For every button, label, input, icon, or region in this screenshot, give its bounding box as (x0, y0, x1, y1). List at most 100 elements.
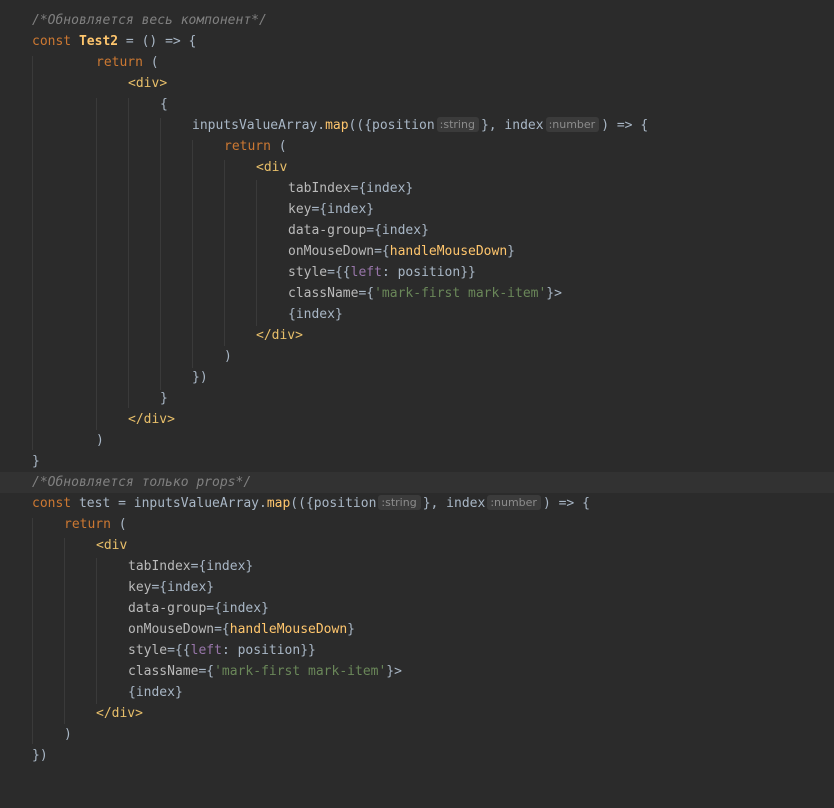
code-line: </div> (0, 325, 834, 346)
code-line: /*Обновляется весь компонент*/ (0, 10, 834, 31)
code-text: ) => { (601, 118, 649, 133)
code-method: map (266, 496, 291, 511)
code-tag: </div (256, 328, 296, 343)
code-text: : position}} (221, 643, 316, 658)
code-line: tabIndex={index} (0, 556, 834, 577)
code-tag: > (167, 412, 175, 427)
code-attribute: className (128, 664, 199, 679)
code-text: ) (64, 727, 72, 742)
code-line: } (0, 451, 834, 472)
code-line: data-group={index} (0, 220, 834, 241)
code-line: ) (0, 430, 834, 451)
code-keyword: return (96, 55, 143, 70)
code-keyword: const (32, 34, 72, 49)
code-text: inputsValueArray. (192, 118, 326, 133)
code-text: } (347, 622, 355, 637)
type-hint-string: :string (436, 117, 479, 132)
code-line: ) (0, 346, 834, 367)
code-text: ={ (198, 664, 215, 679)
code-line: </div> (0, 409, 834, 430)
code-line: className={'mark-first mark-item'}> (0, 283, 834, 304)
code-line: data-group={index} (0, 598, 834, 619)
code-line: {index} (0, 304, 834, 325)
code-attribute: data-group (128, 601, 207, 616)
code-text: ={index} (311, 202, 375, 217)
code-text: }) (192, 370, 208, 385)
code-attribute: tabIndex (128, 559, 191, 574)
code-method: map (325, 118, 349, 133)
code-tag: > (159, 76, 168, 91)
code-attribute: key (288, 202, 312, 217)
code-keyword: const (32, 496, 72, 511)
code-text: { (160, 97, 168, 112)
code-keyword: return (224, 139, 271, 154)
code-text: }, index (480, 118, 544, 133)
code-comment: /*Обновляется весь компонент*/ (32, 13, 267, 28)
code-line-current: /*Обновляется только props*/ (0, 472, 834, 493)
code-attribute: onMouseDown (128, 622, 215, 637)
code-text: ={index} (190, 559, 254, 574)
code-property: left (190, 643, 222, 658)
code-line: return ( (0, 52, 834, 73)
code-attribute: style (128, 643, 168, 658)
code-function-ref: handleMouseDown (389, 244, 508, 259)
code-line: return ( (0, 514, 834, 535)
code-text: }> (386, 664, 402, 679)
code-line: className={'mark-first mark-item'}> (0, 661, 834, 682)
code-text: {index} (128, 685, 183, 700)
code-text: ={ (358, 286, 375, 301)
code-text: {index} (288, 307, 343, 322)
type-hint-number: :number (545, 117, 600, 132)
code-keyword: return (64, 517, 111, 532)
code-function-name: Test2 (78, 34, 119, 49)
code-text: ={index} (350, 181, 414, 196)
code-text: (({position (290, 496, 377, 511)
code-tag: </div (128, 412, 168, 427)
type-hint-number: :number (487, 495, 541, 510)
code-line: const Test2 = () => { (0, 31, 834, 52)
code-line: }) (0, 745, 834, 766)
code-line: key={index} (0, 199, 834, 220)
code-line: style={{left: position}} (0, 262, 834, 283)
code-comment: /*Обновляется только props*/ (32, 475, 252, 490)
code-attribute: key (128, 580, 152, 595)
code-string: 'mark-first mark-item' (214, 664, 387, 679)
code-line: </div> (0, 703, 834, 724)
code-line: <div> (0, 73, 834, 94)
code-editor[interactable]: /*Обновляется весь компонент*/ const Tes… (0, 0, 834, 787)
code-line: { (0, 94, 834, 115)
code-line: } (0, 388, 834, 409)
code-attribute: onMouseDown (288, 244, 375, 259)
code-property: left (350, 265, 382, 280)
code-text: ={ (374, 244, 390, 259)
code-line: <div (0, 157, 834, 178)
code-tag: <div (128, 76, 160, 91)
code-text: }> (546, 286, 562, 301)
code-line: style={{left: position}} (0, 640, 834, 661)
code-text: ) => { (542, 496, 590, 511)
code-attribute: tabIndex (288, 181, 351, 196)
code-tag: </div (96, 706, 136, 721)
code-text: : position}} (381, 265, 476, 280)
code-text: }, index (422, 496, 486, 511)
code-line: onMouseDown={handleMouseDown} (0, 619, 834, 640)
code-line: <div (0, 535, 834, 556)
code-line: const test = inputsValueArray.map(({posi… (0, 493, 834, 514)
code-text: = () => { (118, 34, 197, 49)
code-line: }) (0, 367, 834, 388)
code-text: ={index} (206, 601, 269, 616)
code-text: ={{ (327, 265, 351, 280)
code-text: ={{ (167, 643, 191, 658)
code-text: ={index} (366, 223, 429, 238)
code-text: } (507, 244, 515, 259)
code-text: ={ (214, 622, 230, 637)
code-string: 'mark-first mark-item' (374, 286, 547, 301)
code-line: tabIndex={index} (0, 178, 834, 199)
code-attribute: style (288, 265, 328, 280)
code-tag: > (295, 328, 303, 343)
code-text: } (32, 454, 40, 469)
code-tag: <div (96, 538, 128, 553)
code-text: test = inputsValueArray. (71, 496, 267, 511)
code-text: ( (142, 55, 159, 70)
